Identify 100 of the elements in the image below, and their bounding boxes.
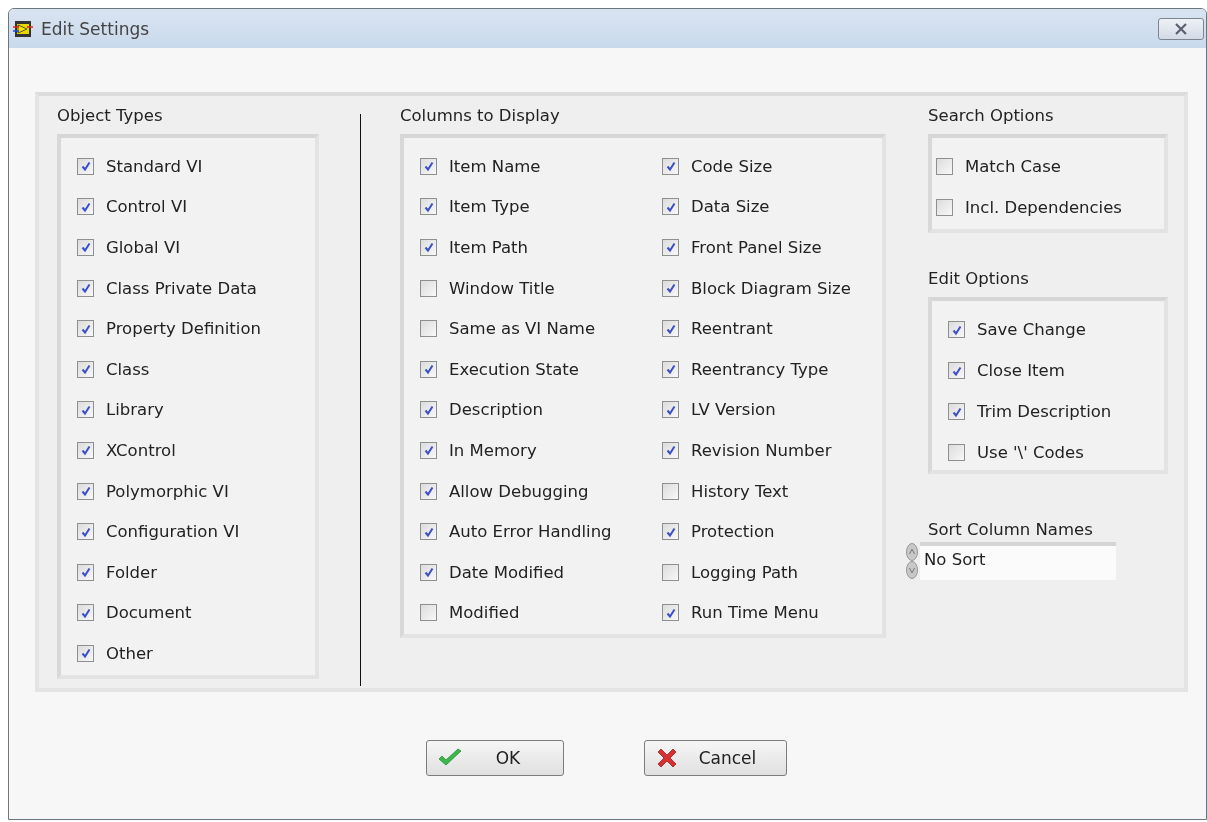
checkbox[interactable] bbox=[662, 523, 679, 541]
cancel-button[interactable]: Cancel bbox=[644, 740, 787, 776]
checkbox-label: Trim Description bbox=[977, 402, 1112, 421]
section-label: Edit Options bbox=[928, 268, 1030, 290]
window-title: Edit Settings bbox=[41, 18, 150, 39]
checkbox[interactable] bbox=[77, 320, 94, 338]
checkbox-label: Auto Error Handling bbox=[449, 522, 612, 542]
section-label: Object Types bbox=[57, 105, 164, 127]
checkbox-label: Property Definition bbox=[106, 319, 261, 339]
section-label: Columns to Display bbox=[400, 105, 561, 127]
checkbox-label: Execution State bbox=[449, 359, 579, 379]
checkbox-label: Class Private Data bbox=[106, 278, 257, 298]
checkbox-label: Logging Path bbox=[691, 562, 798, 582]
checkbox[interactable] bbox=[662, 320, 679, 338]
checkbox[interactable] bbox=[662, 563, 679, 581]
checkbox[interactable] bbox=[948, 321, 965, 338]
checkbox-label: Description bbox=[449, 400, 543, 420]
checkbox[interactable] bbox=[420, 604, 437, 622]
checkbox-label: Configuration VI bbox=[106, 522, 240, 542]
checkbox-label: Item Path bbox=[449, 238, 529, 257]
checkbox-label: Code Size bbox=[691, 156, 773, 176]
checkbox[interactable] bbox=[77, 401, 94, 419]
checkbox[interactable] bbox=[77, 198, 94, 216]
close-button[interactable] bbox=[1158, 17, 1204, 40]
checkbox-label: LV Version bbox=[691, 400, 776, 420]
checkbox-label: Same as VI Name bbox=[449, 319, 596, 339]
checkbox-label: Front Panel Size bbox=[691, 238, 822, 257]
checkbox[interactable] bbox=[420, 523, 437, 541]
checkbox[interactable] bbox=[662, 401, 679, 419]
checkbox[interactable] bbox=[662, 198, 679, 216]
checkbox-label: Other bbox=[106, 643, 153, 663]
ok-button[interactable]: OK bbox=[426, 740, 564, 776]
checkbox[interactable] bbox=[420, 157, 437, 175]
checkbox[interactable] bbox=[77, 360, 94, 378]
checkbox[interactable] bbox=[662, 360, 679, 378]
checkbox-label: Save Change bbox=[977, 320, 1086, 339]
checkbox-label: Control VI bbox=[106, 197, 188, 217]
checkbox[interactable] bbox=[662, 157, 679, 175]
checkbox-label: Modified bbox=[449, 603, 520, 623]
checkmark-icon bbox=[437, 748, 463, 768]
checkbox[interactable] bbox=[662, 604, 679, 622]
checkbox[interactable] bbox=[662, 441, 679, 459]
checkbox[interactable] bbox=[662, 279, 679, 297]
checkbox-label: Use '\' Codes bbox=[977, 443, 1084, 462]
checkbox[interactable] bbox=[936, 199, 953, 216]
checkbox[interactable] bbox=[420, 198, 437, 216]
checkbox[interactable] bbox=[77, 563, 94, 581]
checkbox-label: Standard VI bbox=[106, 156, 203, 176]
checkbox[interactable] bbox=[948, 444, 965, 461]
checkbox-label: Data Size bbox=[691, 197, 770, 217]
checkbox[interactable] bbox=[77, 644, 94, 662]
spinner-icon[interactable] bbox=[906, 543, 918, 579]
field-label: Sort Column Names bbox=[928, 519, 1094, 541]
checkbox[interactable] bbox=[662, 239, 679, 256]
checkbox[interactable] bbox=[420, 482, 437, 500]
checkbox[interactable] bbox=[948, 403, 965, 420]
checkbox-label: XControl bbox=[106, 440, 176, 460]
checkbox[interactable] bbox=[662, 482, 679, 500]
checkbox-label: Match Case bbox=[965, 157, 1061, 176]
checkbox-label: Close Item bbox=[977, 361, 1065, 380]
checkbox-label: History Text bbox=[691, 481, 789, 501]
checkbox[interactable] bbox=[420, 441, 437, 459]
checkbox-label: Incl. Dependencies bbox=[965, 198, 1122, 217]
checkbox-label: Document bbox=[106, 603, 192, 623]
checkbox-label: Polymorphic VI bbox=[106, 481, 229, 501]
checkbox-label: Reentrancy Type bbox=[691, 359, 829, 379]
ring-field[interactable]: No Sort bbox=[920, 542, 1116, 580]
checkbox[interactable] bbox=[420, 279, 437, 297]
checkbox[interactable] bbox=[420, 401, 437, 419]
checkbox-label: Item Type bbox=[449, 197, 530, 217]
section-label: Search Options bbox=[928, 105, 1055, 127]
checkbox[interactable] bbox=[77, 523, 94, 541]
checkbox[interactable] bbox=[420, 563, 437, 581]
checkbox-label: Class bbox=[106, 359, 150, 379]
checkbox-label: Revision Number bbox=[691, 440, 832, 460]
checkbox-label: Library bbox=[106, 400, 164, 420]
checkbox[interactable] bbox=[77, 441, 94, 459]
checkbox[interactable] bbox=[77, 239, 94, 256]
cross-icon bbox=[655, 746, 679, 770]
checkbox-label: Allow Debugging bbox=[449, 481, 589, 501]
checkbox[interactable] bbox=[77, 482, 94, 500]
checkbox-label: In Memory bbox=[449, 440, 537, 460]
checkbox-label: Run Time Menu bbox=[691, 603, 819, 623]
checkbox[interactable] bbox=[420, 239, 437, 256]
checkbox[interactable] bbox=[420, 320, 437, 338]
checkbox-label: Window Title bbox=[449, 278, 555, 298]
checkbox-label: Item Name bbox=[449, 156, 541, 176]
checkbox[interactable] bbox=[77, 157, 94, 175]
checkbox[interactable] bbox=[77, 604, 94, 622]
checkbox[interactable] bbox=[948, 362, 965, 379]
checkbox[interactable] bbox=[420, 360, 437, 378]
checkbox-label: Block Diagram Size bbox=[691, 278, 851, 298]
close-icon bbox=[1174, 22, 1188, 35]
checkbox-label: Folder bbox=[106, 562, 157, 582]
checkbox-label: Date Modified bbox=[449, 562, 565, 582]
checkbox-label: Protection bbox=[691, 522, 775, 542]
checkbox[interactable] bbox=[77, 279, 94, 297]
checkbox-label: Global VI bbox=[106, 238, 181, 257]
checkbox[interactable] bbox=[936, 158, 953, 175]
app-icon bbox=[13, 19, 33, 38]
